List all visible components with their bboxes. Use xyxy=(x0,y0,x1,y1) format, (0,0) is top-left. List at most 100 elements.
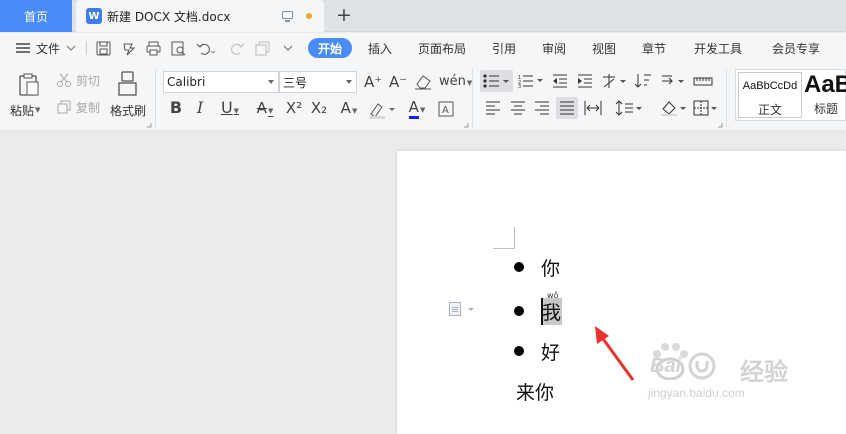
clear-format-icon[interactable] xyxy=(414,74,432,90)
style-heading-label: 标题 xyxy=(814,102,839,116)
list-item[interactable]: wǒ 我 xyxy=(514,291,563,327)
line-spacing-icon[interactable] xyxy=(615,100,643,116)
grow-font-icon[interactable]: A⁺ xyxy=(364,73,382,91)
copy-format-icon[interactable] xyxy=(255,41,270,56)
tab-chapter[interactable]: 章节 xyxy=(642,33,666,63)
title-tab-bar: 首页 W 新建 DOCX 文档.docx + xyxy=(0,0,846,32)
copy-icon[interactable] xyxy=(57,100,71,114)
undo-icon[interactable] xyxy=(196,41,216,56)
print-preview-icon[interactable] xyxy=(171,41,186,56)
chinese-layout-icon[interactable] xyxy=(601,73,627,89)
dialog-launcher-icon[interactable] xyxy=(147,123,152,128)
list-item[interactable]: 你 xyxy=(514,253,560,281)
increase-indent-icon[interactable] xyxy=(577,74,593,88)
document-canvas[interactable]: 你 wǒ 我 好 来你 Bai 经验 jingyan.baidu.com xyxy=(0,132,846,434)
distributed-align-icon[interactable] xyxy=(584,100,602,116)
selected-text[interactable]: wǒ 我 xyxy=(541,291,563,325)
format-painter-button[interactable]: 格式刷 xyxy=(110,101,146,119)
styles-gallery: AaBbCcDd 正文 AaB 标题 xyxy=(735,69,846,121)
dialog-launcher-icon[interactable] xyxy=(718,123,723,128)
bullet-marker xyxy=(514,262,524,272)
justify-button[interactable] xyxy=(556,97,578,119)
align-center-icon[interactable] xyxy=(510,101,526,115)
font-size-select[interactable]: 三号 xyxy=(279,71,357,93)
shrink-font-icon[interactable]: A⁻ xyxy=(389,73,407,91)
subscript-icon[interactable]: X₂ xyxy=(309,99,329,117)
decrease-indent-icon[interactable] xyxy=(552,74,568,88)
tab-page-layout[interactable]: 页面布局 xyxy=(418,33,466,63)
paste-button[interactable]: 粘贴 ▼ xyxy=(10,101,40,119)
tab-insert[interactable]: 插入 xyxy=(368,33,392,63)
numbered-list-icon[interactable]: 123 xyxy=(518,74,544,88)
chevron-down-icon xyxy=(66,45,76,51)
tab-start[interactable]: 开始 xyxy=(308,38,352,58)
font-name-select[interactable]: Calibri xyxy=(163,71,279,93)
align-right-icon[interactable] xyxy=(534,101,550,115)
dialog-launcher-icon[interactable] xyxy=(464,123,469,128)
align-left-icon[interactable] xyxy=(485,101,501,115)
paragraph-text: 来你 xyxy=(516,381,555,404)
tab-references[interactable]: 引用 xyxy=(492,33,516,63)
format-painter-icon[interactable] xyxy=(118,71,138,97)
tab-developer[interactable]: 开发工具 xyxy=(694,33,742,63)
chevron-down-icon[interactable] xyxy=(468,308,474,311)
redo-icon[interactable] xyxy=(230,41,245,56)
file-menu[interactable]: 文件 xyxy=(16,33,76,63)
strikethrough-icon[interactable]: A▼ xyxy=(252,99,278,117)
svg-text:3: 3 xyxy=(518,84,521,88)
customize-toolbar-icon[interactable] xyxy=(283,45,293,52)
wps-writer-icon: W xyxy=(86,8,102,24)
watermark-brand-cn: 经验 xyxy=(740,358,788,386)
borders-icon[interactable] xyxy=(693,100,721,116)
tab-member[interactable]: 会员专享 xyxy=(772,33,820,63)
show-marks-icon[interactable] xyxy=(660,73,686,89)
tab-review[interactable]: 审阅 xyxy=(542,33,566,63)
ribbon-divider xyxy=(726,69,727,127)
char-border-icon[interactable]: A xyxy=(438,101,454,117)
sort-icon[interactable] xyxy=(634,73,652,89)
watermark-url: jingyan.baidu.com xyxy=(648,386,745,400)
cut-icon[interactable] xyxy=(57,73,71,87)
ruler-icon[interactable] xyxy=(693,74,713,88)
save-icon[interactable] xyxy=(96,41,111,56)
print-icon[interactable] xyxy=(146,41,161,56)
bullet-list-button[interactable] xyxy=(480,70,513,92)
copy-button[interactable]: 复制 xyxy=(76,98,100,116)
italic-icon[interactable]: I xyxy=(193,99,207,117)
shading-icon[interactable] xyxy=(660,100,688,116)
tab-view[interactable]: 视图 xyxy=(592,33,616,63)
paragraph-handle-icon[interactable] xyxy=(449,302,461,316)
style-heading-preview: AaB xyxy=(804,71,846,98)
document-tab[interactable]: W 新建 DOCX 文档.docx xyxy=(76,0,324,32)
menu-bar: 文件 开始 插入 页面布局 引用 审阅 视图 章节 开发工具 会员专享 xyxy=(0,33,846,63)
paragraph[interactable]: 来你 xyxy=(516,377,554,405)
undo-history-icon[interactable] xyxy=(121,41,136,56)
baidu-du-logo-icon xyxy=(688,352,716,380)
watermark-brand: Bai xyxy=(650,355,682,377)
superscript-icon[interactable]: X² xyxy=(284,99,304,117)
bullet-list-icon xyxy=(483,74,509,88)
style-normal-button[interactable]: AaBbCcDd 正文 xyxy=(738,72,802,118)
underline-icon[interactable]: U▼ xyxy=(216,99,244,117)
highlight-icon[interactable] xyxy=(368,101,396,119)
chevron-down-icon xyxy=(268,80,274,84)
bold-icon[interactable]: B xyxy=(168,99,184,117)
cut-button[interactable]: 剪切 xyxy=(76,71,100,89)
svg-text:A: A xyxy=(442,105,449,116)
style-normal-preview: AaBbCcDd xyxy=(742,80,798,92)
font-color-icon[interactable]: A▼ xyxy=(402,98,432,119)
unsaved-indicator-icon xyxy=(306,13,312,19)
chevron-down-icon xyxy=(346,80,352,84)
phonetic-guide-icon[interactable]: wén▼ xyxy=(439,73,472,91)
home-tab[interactable]: 首页 xyxy=(0,0,72,32)
list-item-text: 好 xyxy=(541,341,561,364)
display-mode-icon[interactable] xyxy=(282,11,293,22)
new-tab-button[interactable]: + xyxy=(334,4,354,26)
text-effect-icon[interactable]: A▼ xyxy=(336,99,362,117)
paste-icon[interactable] xyxy=(18,73,40,97)
style-heading-button[interactable]: AaB 标题 xyxy=(804,70,846,118)
text-cursor xyxy=(541,297,543,325)
list-item[interactable]: 好 xyxy=(514,337,560,365)
align-justify-icon xyxy=(560,101,574,115)
ribbon-divider xyxy=(472,69,473,127)
